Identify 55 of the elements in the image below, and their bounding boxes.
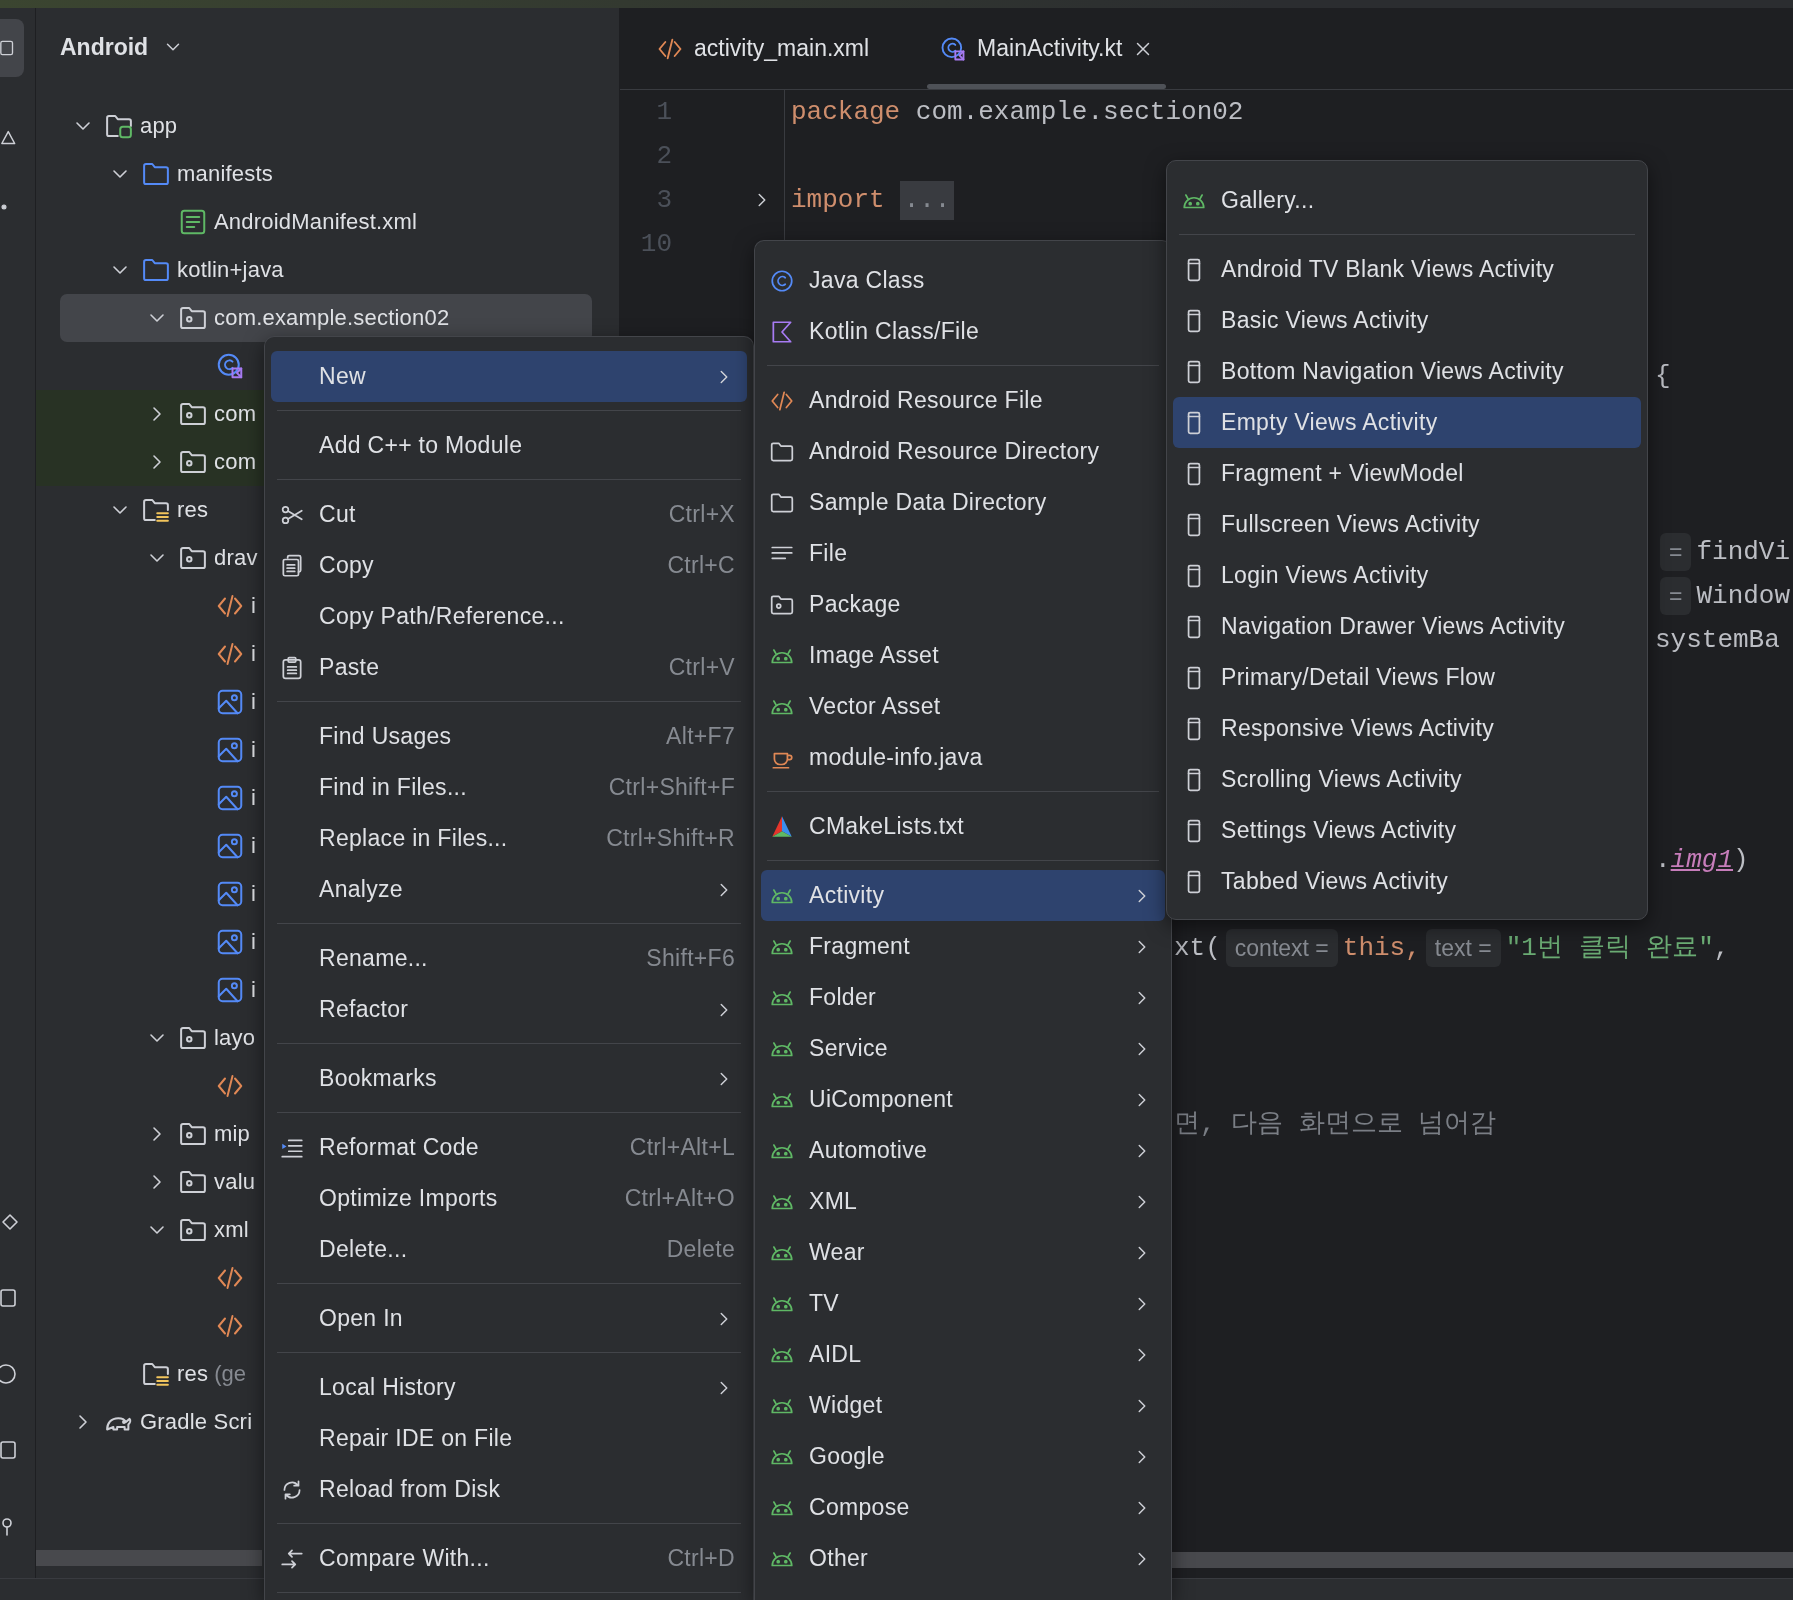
- code-text: systemBa: [1655, 623, 1780, 657]
- field-reference: img1: [1670, 843, 1734, 877]
- inlay-hint: context =: [1225, 928, 1338, 968]
- tree-label: com: [214, 400, 257, 428]
- tree-label: xml: [214, 1216, 249, 1244]
- tree-label: res: [177, 496, 209, 524]
- tree-label: i: [251, 880, 257, 908]
- tree-label: com.example.section02: [214, 304, 450, 332]
- tree-label: mip: [214, 1120, 251, 1148]
- shortcut-text: Ctrl+Shift+R: [606, 824, 735, 854]
- tree-label: kotlin+java: [177, 256, 284, 284]
- tree-label: i: [251, 832, 257, 860]
- keyword: package: [791, 95, 901, 129]
- code-text: xt(: [1174, 931, 1221, 965]
- shortcut-text: Ctrl+C: [667, 551, 735, 581]
- shortcut-text: Ctrl+Shift+F: [608, 773, 735, 803]
- tree-label: res: [177, 1360, 209, 1388]
- code-text: com.example.section02: [914, 95, 1244, 129]
- code-text: .: [1655, 843, 1671, 877]
- shortcut-text: Delete: [666, 1235, 735, 1265]
- tree-label: layo: [214, 1024, 256, 1052]
- tree-label: drav: [214, 544, 258, 572]
- tree-label: valu: [214, 1168, 256, 1196]
- tree-note: (ge: [214, 1360, 246, 1388]
- shortcut-text: Ctrl+D: [667, 1544, 735, 1574]
- tree-label: i: [251, 640, 257, 668]
- tree-label: Gradle Scri: [140, 1408, 253, 1436]
- tree-label: AndroidManifest.xml: [214, 208, 418, 236]
- shortcut-text: Ctrl+X: [668, 500, 735, 530]
- shortcut-text: Ctrl+Alt+O: [624, 1184, 735, 1214]
- tree-label: i: [251, 736, 257, 764]
- comment-text: 면, 다음 화면으로 넘어감: [1174, 1107, 1497, 1141]
- code-text: findVi: [1696, 535, 1791, 569]
- tree-label: manifests: [177, 160, 273, 188]
- tree-label: i: [251, 688, 257, 716]
- keyword: import: [791, 183, 885, 217]
- shortcut-text: Shift+F6: [646, 944, 735, 974]
- tree-label: i: [251, 928, 257, 956]
- inlay-hint: =: [1660, 532, 1692, 572]
- tree-label: com: [214, 448, 257, 476]
- code-text: {: [1655, 359, 1671, 393]
- code-text: Window: [1696, 579, 1791, 613]
- tree-label: i: [251, 592, 257, 620]
- code-text: ): [1733, 843, 1749, 877]
- string-literal: "1번 클릭 완료": [1505, 931, 1714, 965]
- inlay-hint: =: [1660, 576, 1692, 616]
- code-text: ,: [1713, 931, 1730, 965]
- shortcut-text: Ctrl+V: [668, 653, 735, 683]
- tree-label: i: [251, 976, 257, 1004]
- tree-label: i: [251, 784, 257, 812]
- shortcut-text: Alt+F7: [666, 722, 735, 752]
- tree-label: app: [140, 112, 178, 140]
- inlay-hint: text =: [1425, 928, 1501, 968]
- shortcut-text: Ctrl+Alt+L: [629, 1133, 735, 1163]
- keyword: this,: [1342, 931, 1421, 965]
